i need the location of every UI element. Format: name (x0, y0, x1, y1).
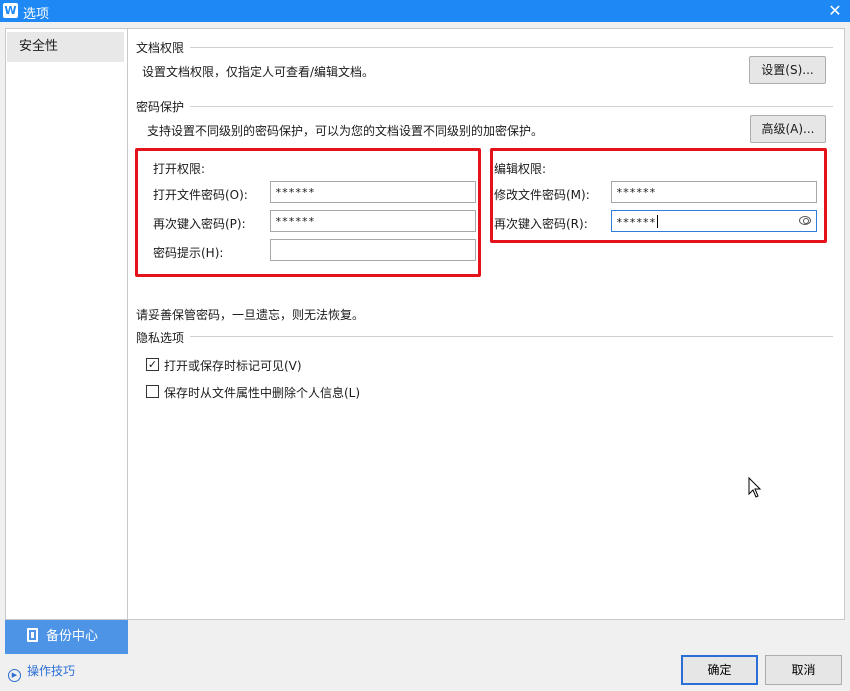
backup-center-label: 备份中心 (46, 629, 99, 644)
remove-personal-info-label[interactable]: 保存时从文件属性中删除个人信息(L) (164, 384, 360, 401)
close-icon[interactable]: ✕ (820, 0, 850, 22)
tips-link[interactable]: ▶ 操作技巧 (8, 662, 75, 682)
open-confirm-input[interactable]: ****** (270, 210, 476, 232)
ok-button[interactable]: 确定 (681, 655, 758, 685)
text-caret (656, 215, 658, 228)
edit-permission-title: 编辑权限: (494, 162, 547, 176)
play-circle-icon: ▶ (8, 669, 21, 682)
edit-password-input[interactable]: ****** (611, 181, 817, 203)
sidebar-item-security[interactable]: 安全性 (7, 32, 124, 62)
open-permission-title: 打开权限: (153, 162, 206, 176)
tips-label: 操作技巧 (27, 664, 76, 678)
password-protection-desc: 支持设置不同级别的密码保护，可以为您的文档设置不同级别的加密保护。 (147, 124, 544, 138)
password-protection-title: 密码保护 (136, 100, 185, 114)
password-hint-label: 密码提示(H): (153, 246, 224, 260)
mark-visible-checkbox[interactable]: ✓ (146, 358, 159, 371)
password-protection-divider (190, 106, 833, 107)
doc-permission-settings-button[interactable]: 设置(S)... (749, 56, 826, 84)
privacy-divider (190, 336, 833, 337)
title-bar: W 选项 ✕ (0, 0, 850, 22)
eye-icon[interactable] (799, 216, 811, 225)
window-title: 选项 (23, 7, 50, 22)
settings-panel: 文档权限 设置文档权限，仅指定人可查看/编辑文档。 设置(S)... 密码保护 … (128, 28, 845, 620)
backup-center-button[interactable]: 备份中心 (5, 620, 128, 654)
mark-visible-label[interactable]: 打开或保存时标记可见(V) (164, 357, 302, 374)
privacy-title: 隐私选项 (136, 331, 185, 345)
open-password-label: 打开文件密码(O): (153, 188, 248, 202)
open-confirm-label: 再次键入密码(P): (153, 217, 246, 231)
cancel-button[interactable]: 取消 (765, 655, 842, 685)
password-warning: 请妥善保管密码，一旦遗忘，则无法恢复。 (136, 308, 365, 322)
edit-confirm-label: 再次键入密码(R): (494, 217, 588, 231)
doc-permission-divider (190, 47, 833, 48)
edit-confirm-input[interactable]: ****** (611, 210, 817, 232)
wps-writer-icon: W (3, 3, 18, 18)
doc-permission-title: 文档权限 (136, 41, 185, 55)
backup-document-icon (27, 628, 38, 642)
doc-permission-desc: 设置文档权限，仅指定人可查看/编辑文档。 (142, 65, 375, 79)
sidebar: 安全性 备份中心 (5, 28, 128, 654)
mouse-cursor-icon (748, 477, 762, 498)
password-hint-input[interactable] (270, 239, 476, 261)
open-password-input[interactable]: ****** (270, 181, 476, 203)
edit-password-label: 修改文件密码(M): (494, 188, 590, 202)
advanced-button[interactable]: 高级(A)... (750, 115, 826, 143)
edit-confirm-value: ****** (616, 216, 656, 229)
remove-personal-info-checkbox[interactable] (146, 385, 159, 398)
